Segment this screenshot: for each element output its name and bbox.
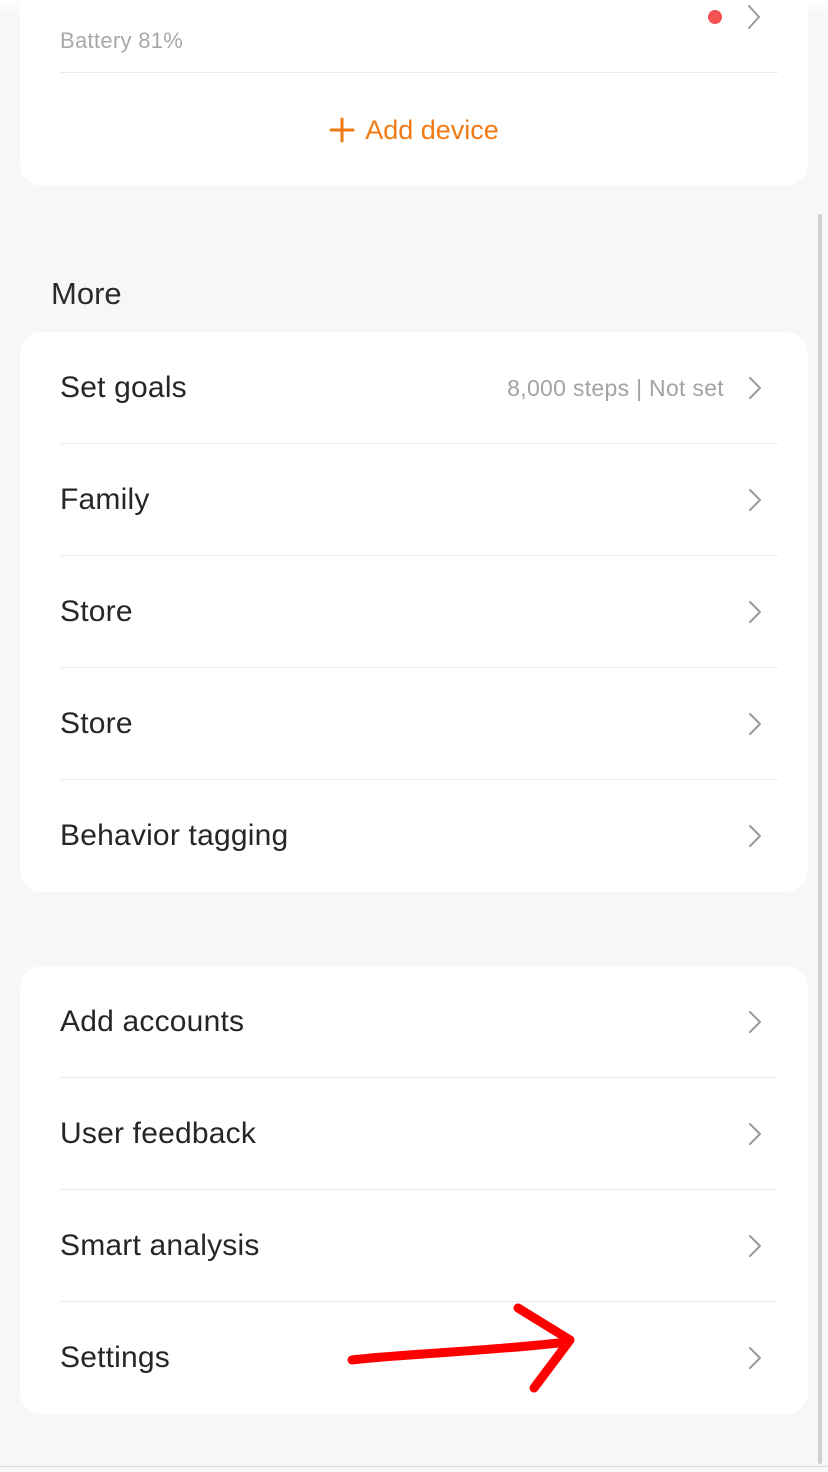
- notification-dot: [708, 10, 722, 24]
- section-title-more: More: [51, 276, 122, 311]
- row-user-feedback[interactable]: User feedback: [20, 1078, 808, 1190]
- chevron-right-icon: [749, 1347, 761, 1369]
- row-behavior-tagging[interactable]: Behavior tagging: [20, 780, 808, 892]
- chevron-right-icon: [749, 825, 761, 847]
- chevron-right-icon: [749, 377, 761, 399]
- row-smart-analysis[interactable]: Smart analysis: [20, 1190, 808, 1302]
- row-label: Family: [60, 483, 150, 516]
- row-set-goals[interactable]: Set goals 8,000 steps | Not set: [20, 332, 808, 444]
- add-device-label: Add device: [365, 114, 499, 145]
- add-device-button[interactable]: Add device: [20, 110, 808, 150]
- row-label: Settings: [60, 1341, 170, 1374]
- chevron-right-icon: [749, 601, 761, 623]
- plus-icon: [329, 117, 355, 143]
- chevron-right-icon: [749, 1123, 761, 1145]
- divider: [60, 72, 778, 73]
- bottom-edge: [0, 1466, 828, 1467]
- more-card: Set goals 8,000 steps | Not set Family S…: [20, 332, 808, 892]
- row-store-2[interactable]: Store: [20, 668, 808, 780]
- chevron-right-icon: [749, 713, 761, 735]
- row-label: Add accounts: [60, 1005, 245, 1038]
- row-label: Store: [60, 595, 133, 628]
- row-label: Smart analysis: [60, 1229, 260, 1262]
- device-card: Battery 81% Add device: [20, 0, 808, 186]
- row-add-accounts[interactable]: Add accounts: [20, 966, 808, 1078]
- battery-status: Battery 81%: [60, 28, 184, 53]
- goals-value: 8,000 steps | Not set: [507, 375, 724, 401]
- scrollbar[interactable]: [818, 214, 822, 1464]
- row-label: Behavior tagging: [60, 819, 289, 852]
- row-label: Set goals: [60, 371, 187, 404]
- annotation-arrow: [347, 1303, 575, 1393]
- chevron-right-icon[interactable]: [746, 4, 762, 35]
- chevron-right-icon: [749, 1011, 761, 1033]
- row-label: Store: [60, 707, 133, 740]
- row-family[interactable]: Family: [20, 444, 808, 556]
- chevron-right-icon: [749, 489, 761, 511]
- chevron-right-icon: [749, 1235, 761, 1257]
- row-label: User feedback: [60, 1117, 257, 1150]
- row-store[interactable]: Store: [20, 556, 808, 668]
